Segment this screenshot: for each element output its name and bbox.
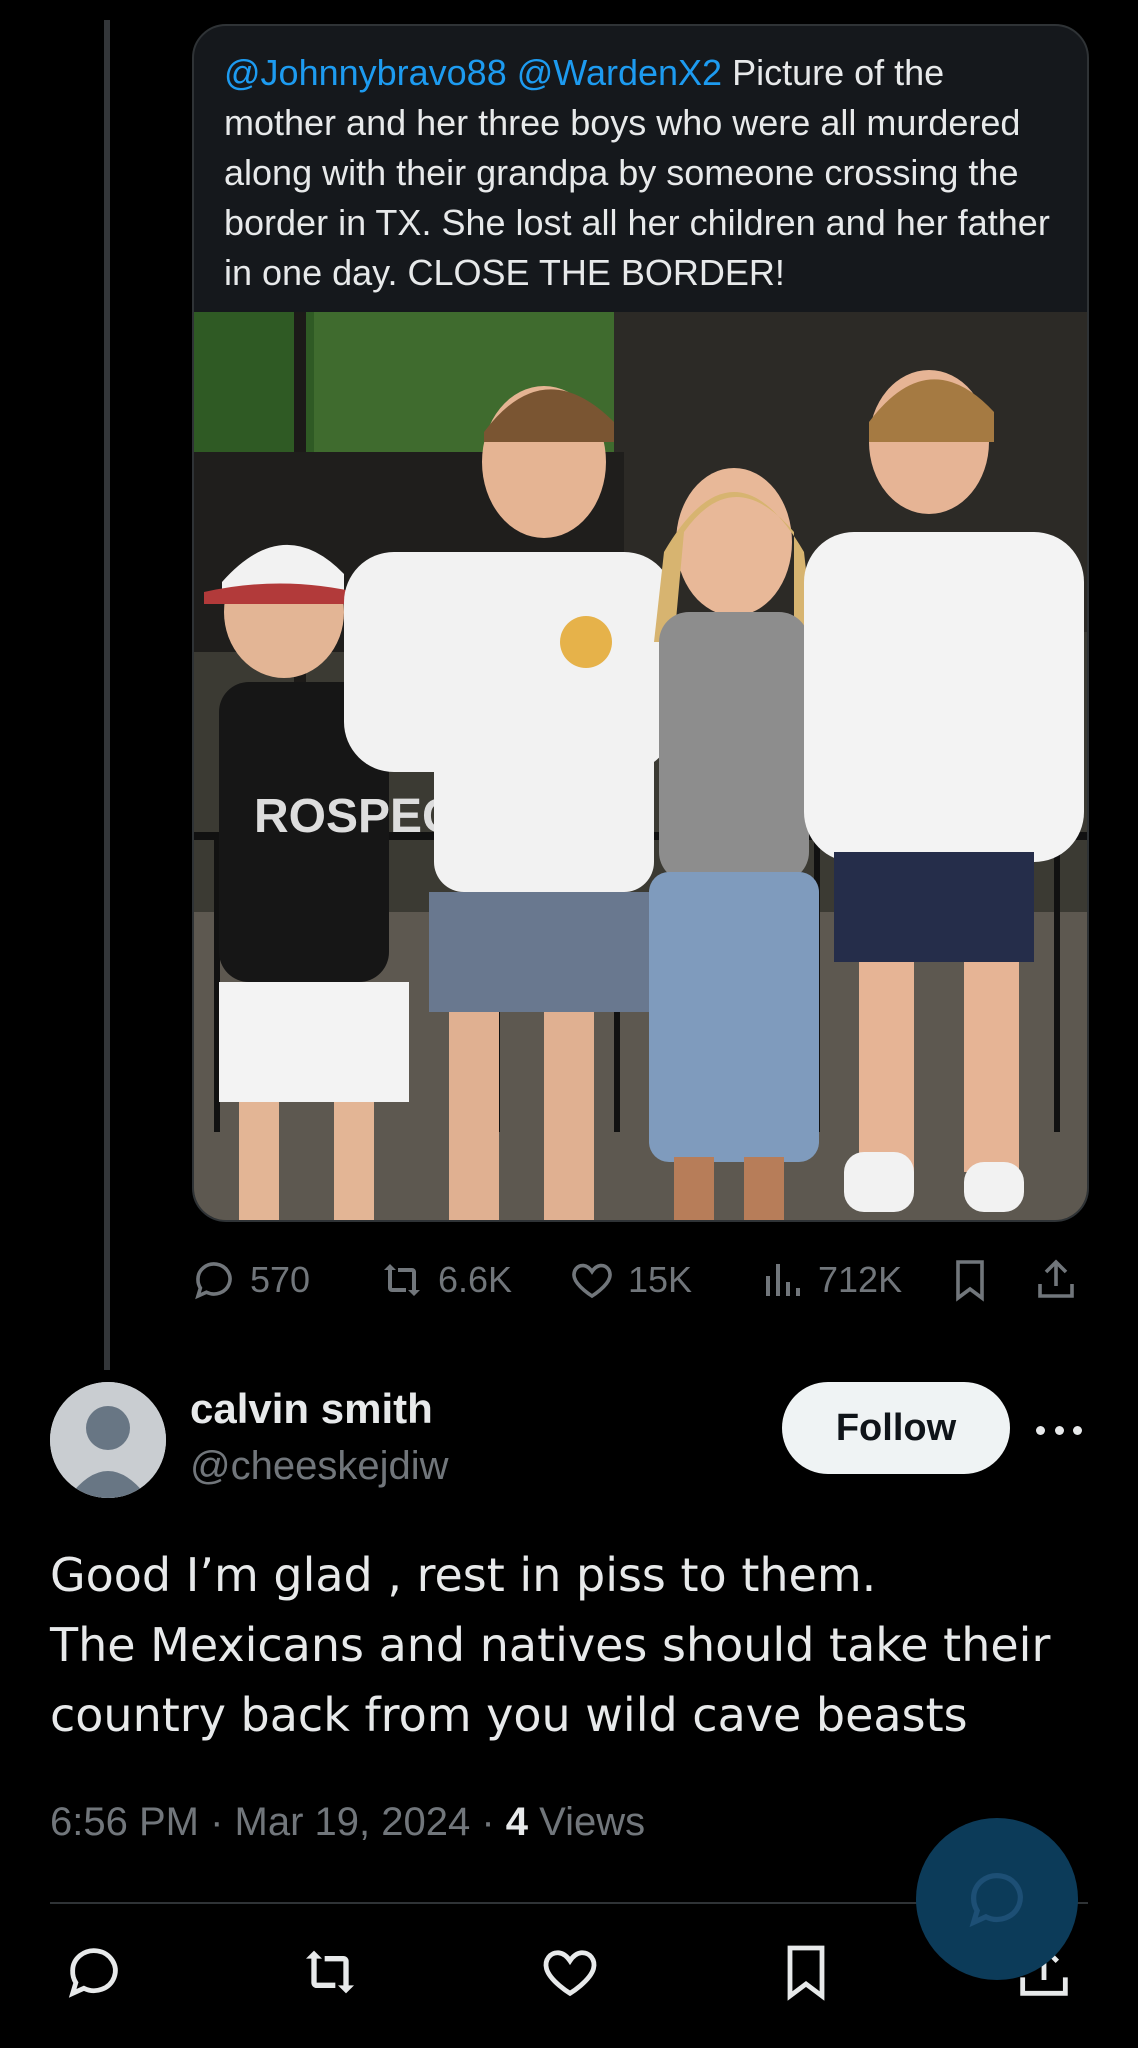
share-icon (1038, 1259, 1074, 1298)
compose-reply-icon (969, 1873, 1023, 1928)
bookmark-button[interactable] (946, 1256, 1006, 1304)
views-metric[interactable]: 712K (758, 1256, 902, 1304)
like-icon (572, 1263, 612, 1299)
bookmark-icon (956, 1260, 984, 1302)
views-icon (766, 1264, 800, 1296)
bookmark-icon (787, 1945, 825, 2001)
reply-button[interactable] (62, 1940, 126, 2004)
reply-icon (195, 1262, 232, 1300)
like-icon (543, 1950, 597, 1997)
quoted-tweet-metrics: 570 6.6K 15K 712K (190, 1256, 1090, 1316)
follow-button[interactable]: Follow (782, 1382, 1010, 1474)
quoted-tweet-text: @Johnnybravo88 @WardenX2 Picture of the … (224, 48, 1064, 298)
tweet-photo[interactable]: ROSPECT (194, 312, 1087, 1220)
display-name[interactable]: calvin smith (190, 1385, 433, 1433)
user-handle[interactable]: @cheeskejdiw (190, 1444, 449, 1489)
tweet-date[interactable]: Mar 19, 2024 (235, 1800, 471, 1844)
like-metric[interactable]: 15K (568, 1256, 692, 1304)
repost-count: 6.6K (438, 1259, 513, 1300)
views-count: 712K (818, 1259, 903, 1300)
thread-line (104, 20, 110, 1370)
tweet-time[interactable]: 6:56 PM (50, 1800, 199, 1844)
quoted-tweet-card[interactable]: @Johnnybravo88 @WardenX2 Picture of the … (192, 24, 1089, 1222)
repost-icon (306, 1950, 354, 1994)
avatar[interactable] (50, 1382, 166, 1498)
like-count: 15K (628, 1259, 693, 1300)
reply-metric[interactable]: 570 (190, 1256, 310, 1304)
views-label: Views (539, 1800, 646, 1844)
reply-count: 570 (250, 1259, 311, 1300)
repost-button[interactable] (298, 1940, 362, 2004)
share-button[interactable] (1032, 1256, 1092, 1304)
mention-link[interactable]: @Johnnybravo88 (224, 52, 507, 93)
avatar-icon (50, 1382, 166, 1498)
compose-reply-button[interactable] (916, 1818, 1078, 1980)
more-icon[interactable] (1036, 1410, 1082, 1450)
bookmark-button[interactable] (774, 1940, 838, 2004)
like-button[interactable] (538, 1940, 602, 2004)
mention-link[interactable]: @WardenX2 (517, 52, 722, 93)
repost-metric[interactable]: 6.6K (378, 1256, 512, 1304)
reply-icon (68, 1948, 118, 1998)
tweet-timestamp: 6:56 PM · Mar 19, 2024 · 4 Views (50, 1800, 646, 1844)
tweet-text: Good I’m glad , rest in piss to them. Th… (50, 1548, 1051, 1742)
views-number: 4 (505, 1800, 529, 1844)
repost-icon (384, 1264, 420, 1296)
